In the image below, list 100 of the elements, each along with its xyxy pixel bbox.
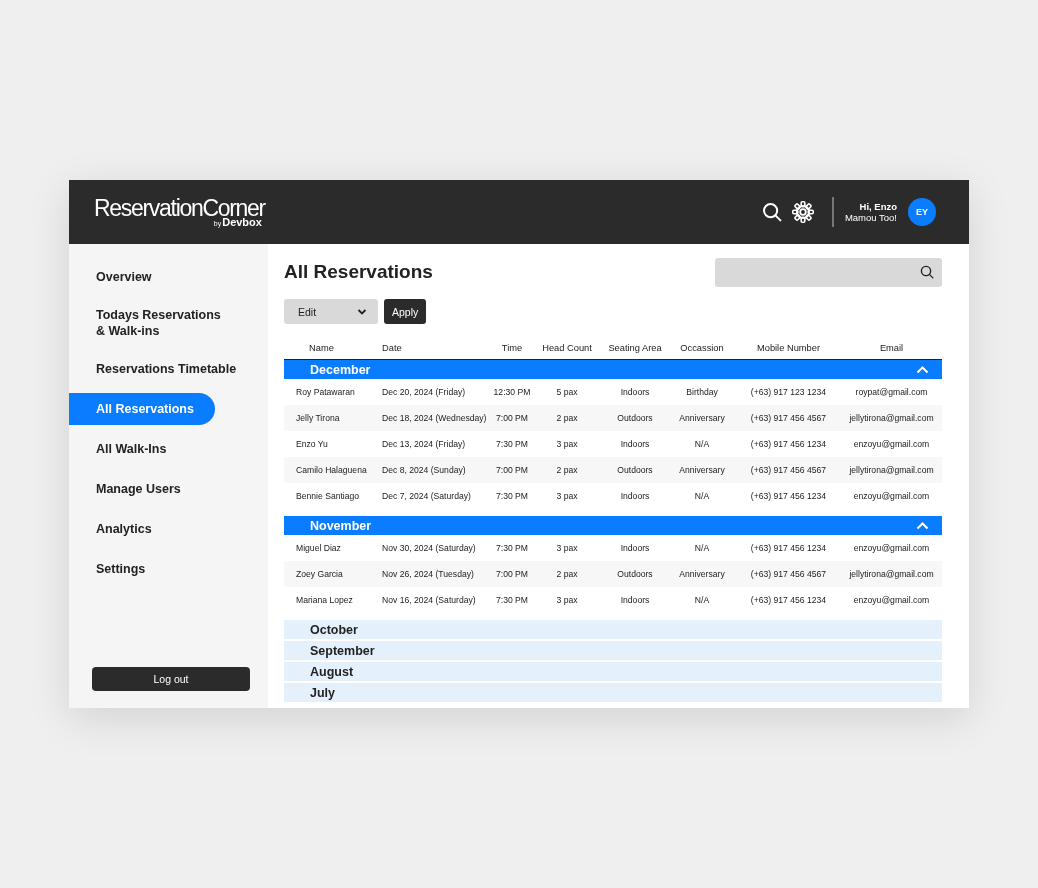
table-cell-text: Anniversary — [678, 465, 726, 475]
table-cell-text: 7:00 PM — [495, 569, 529, 579]
table-cell-text: Dec 8, 2024 (Sunday) — [382, 465, 467, 475]
table-cell-text: Camilo Halaguena — [296, 465, 368, 475]
settings-icon[interactable] — [791, 201, 814, 223]
nav-item[interactable]: Analytics — [69, 513, 215, 545]
table-cell-text: Dec 13, 2024 (Friday) — [382, 439, 467, 449]
table-cell-text: 2 pax — [555, 465, 579, 475]
month-group-header[interactable]: November — [284, 516, 942, 535]
table-cell: 12:30 PM — [492, 387, 532, 397]
table-cell-text: (+63) 917 456 1234 — [749, 595, 828, 605]
column-header: Time — [500, 342, 524, 353]
table-cell-text: Indoors — [619, 439, 651, 449]
table-cell-text: Anniversary — [678, 569, 726, 579]
table-cell-text: 3 pax — [555, 543, 579, 553]
column-header: Name — [308, 342, 335, 353]
user-name: Mamou Too! — [844, 212, 897, 223]
column-header: Email — [878, 342, 905, 353]
table-cell-text: Indoors — [619, 543, 651, 553]
table-cell-text: Dec 20, 2024 (Friday) — [382, 387, 467, 397]
column-header: Mobile Number — [755, 342, 821, 353]
page-title: All Reservations — [284, 261, 433, 283]
chevron-down-icon — [357, 308, 367, 315]
apply-button[interactable]: Apply — [384, 299, 427, 324]
table-cell-text: (+63) 917 456 1234 — [749, 439, 828, 449]
column-header: Seating Area — [607, 342, 663, 353]
table-cell-text: Zoey Garcia — [296, 569, 344, 579]
table-cell-text: enzoyu@gmail.com — [852, 491, 931, 501]
month-group-header[interactable]: December — [284, 360, 942, 379]
column-header: Occassion — [679, 342, 725, 353]
table-cell-text: 7:00 PM — [495, 413, 529, 423]
table-cell-text: roypat@gmail.com — [854, 387, 929, 397]
table-cell-text: Birthday — [685, 387, 719, 397]
table-cell-text: Dec 18, 2024 (Wednesday) — [382, 413, 488, 423]
table-cell-text: 7:30 PM — [495, 491, 529, 501]
table-cell-text: 7:30 PM — [495, 439, 529, 449]
logo-wordmark: ReservationCorner — [94, 196, 265, 219]
table-cell-text: (+63) 917 456 4567 — [749, 465, 828, 475]
search-icon — [920, 265, 934, 279]
table-cell-text: 3 pax — [555, 439, 579, 449]
table-cell-text: 7:30 PM — [495, 595, 529, 605]
table-cell-text: N/A — [693, 595, 711, 605]
table-cell-text: Indoors — [619, 491, 651, 501]
nav-item[interactable]: Overview — [69, 261, 215, 293]
table-cell-text: Jelly Tirona — [296, 413, 341, 423]
chevron-up-icon — [916, 365, 929, 374]
table-cell-text: jellytirona@gmail.com — [848, 465, 935, 475]
table-cell-text: 2 pax — [555, 569, 579, 579]
table-cell-text: (+63) 917 456 4567 — [749, 569, 828, 579]
table-cell-text: Outdoors — [616, 413, 654, 423]
month-group-header[interactable]: October — [284, 620, 942, 639]
table-cell-text: N/A — [693, 491, 711, 501]
table-cell-text: (+63) 917 123 1234 — [749, 387, 828, 397]
table-cell-text: Outdoors — [616, 465, 654, 475]
chevron-up-icon — [916, 521, 929, 530]
table-cell-text: Indoors — [619, 387, 651, 397]
avatar[interactable]: EY — [908, 198, 936, 226]
month-group-header[interactable]: September — [284, 641, 942, 660]
table-cell-text: Nov 16, 2024 (Saturday) — [382, 595, 477, 605]
table-cell-text: Nov 26, 2024 (Tuesday) — [382, 569, 475, 579]
table-cell-text: enzoyu@gmail.com — [852, 439, 931, 449]
table-cell-text: N/A — [693, 543, 711, 553]
bulk-action-dropdown[interactable]: Edit — [284, 299, 378, 324]
table-cell-text: 5 pax — [555, 387, 579, 397]
table-cell-text: Dec 7, 2024 (Saturday) — [382, 491, 472, 501]
table-cell-text: Miguel Diaz — [296, 543, 342, 553]
table-cell-text: 3 pax — [555, 595, 579, 605]
table-cell-text: Anniversary — [678, 413, 726, 423]
column-header: Head Count — [541, 342, 593, 353]
table-cell-text: Enzo Yu — [296, 439, 329, 449]
nav-item[interactable]: Todays Reservations & Walk-ins — [69, 301, 231, 345]
table-cell-text: 7:00 PM — [495, 465, 529, 475]
table-cell-text: Bennie Santiago — [296, 491, 361, 501]
nav-item[interactable]: All Reservations — [69, 393, 215, 425]
table-cell-text: (+63) 917 456 4567 — [749, 413, 828, 423]
table-cell-text: (+63) 917 456 1234 — [749, 543, 828, 553]
search-field[interactable] — [715, 257, 942, 287]
table-cell-text: N/A — [693, 439, 711, 449]
table-cell-text: Outdoors — [616, 569, 654, 579]
month-group-header[interactable]: August — [284, 662, 942, 681]
month-group-header[interactable]: July — [284, 683, 942, 702]
search-icon[interactable] — [761, 202, 782, 222]
nav-item[interactable]: All Walk-Ins — [69, 433, 215, 465]
table-cell-text: Roy Patawaran — [296, 387, 356, 397]
table-cell-text: enzoyu@gmail.com — [852, 543, 931, 553]
table-cell-text: Mariana Lopez — [296, 595, 354, 605]
table-cell-text: Indoors — [619, 595, 651, 605]
column-header: Date — [382, 342, 403, 353]
table-cell-text: 3 pax — [555, 491, 579, 501]
table-cell-text: Nov 30, 2024 (Saturday) — [382, 543, 477, 553]
greeting: Hi, Enzo — [859, 201, 897, 212]
nav-item[interactable]: Reservations Timetable — [69, 353, 247, 385]
table-cell-text: (+63) 917 456 1234 — [749, 491, 828, 501]
nav-item[interactable]: Settings — [69, 553, 215, 585]
table-cell-text: enzoyu@gmail.com — [852, 595, 931, 605]
logout-button[interactable]: Log out — [92, 667, 250, 691]
nav-item[interactable]: Manage Users — [69, 473, 215, 505]
logo-brand: Devbox — [222, 216, 262, 228]
table-cell-text: jellytirona@gmail.com — [848, 569, 935, 579]
table-cell-text: 2 pax — [555, 413, 579, 423]
